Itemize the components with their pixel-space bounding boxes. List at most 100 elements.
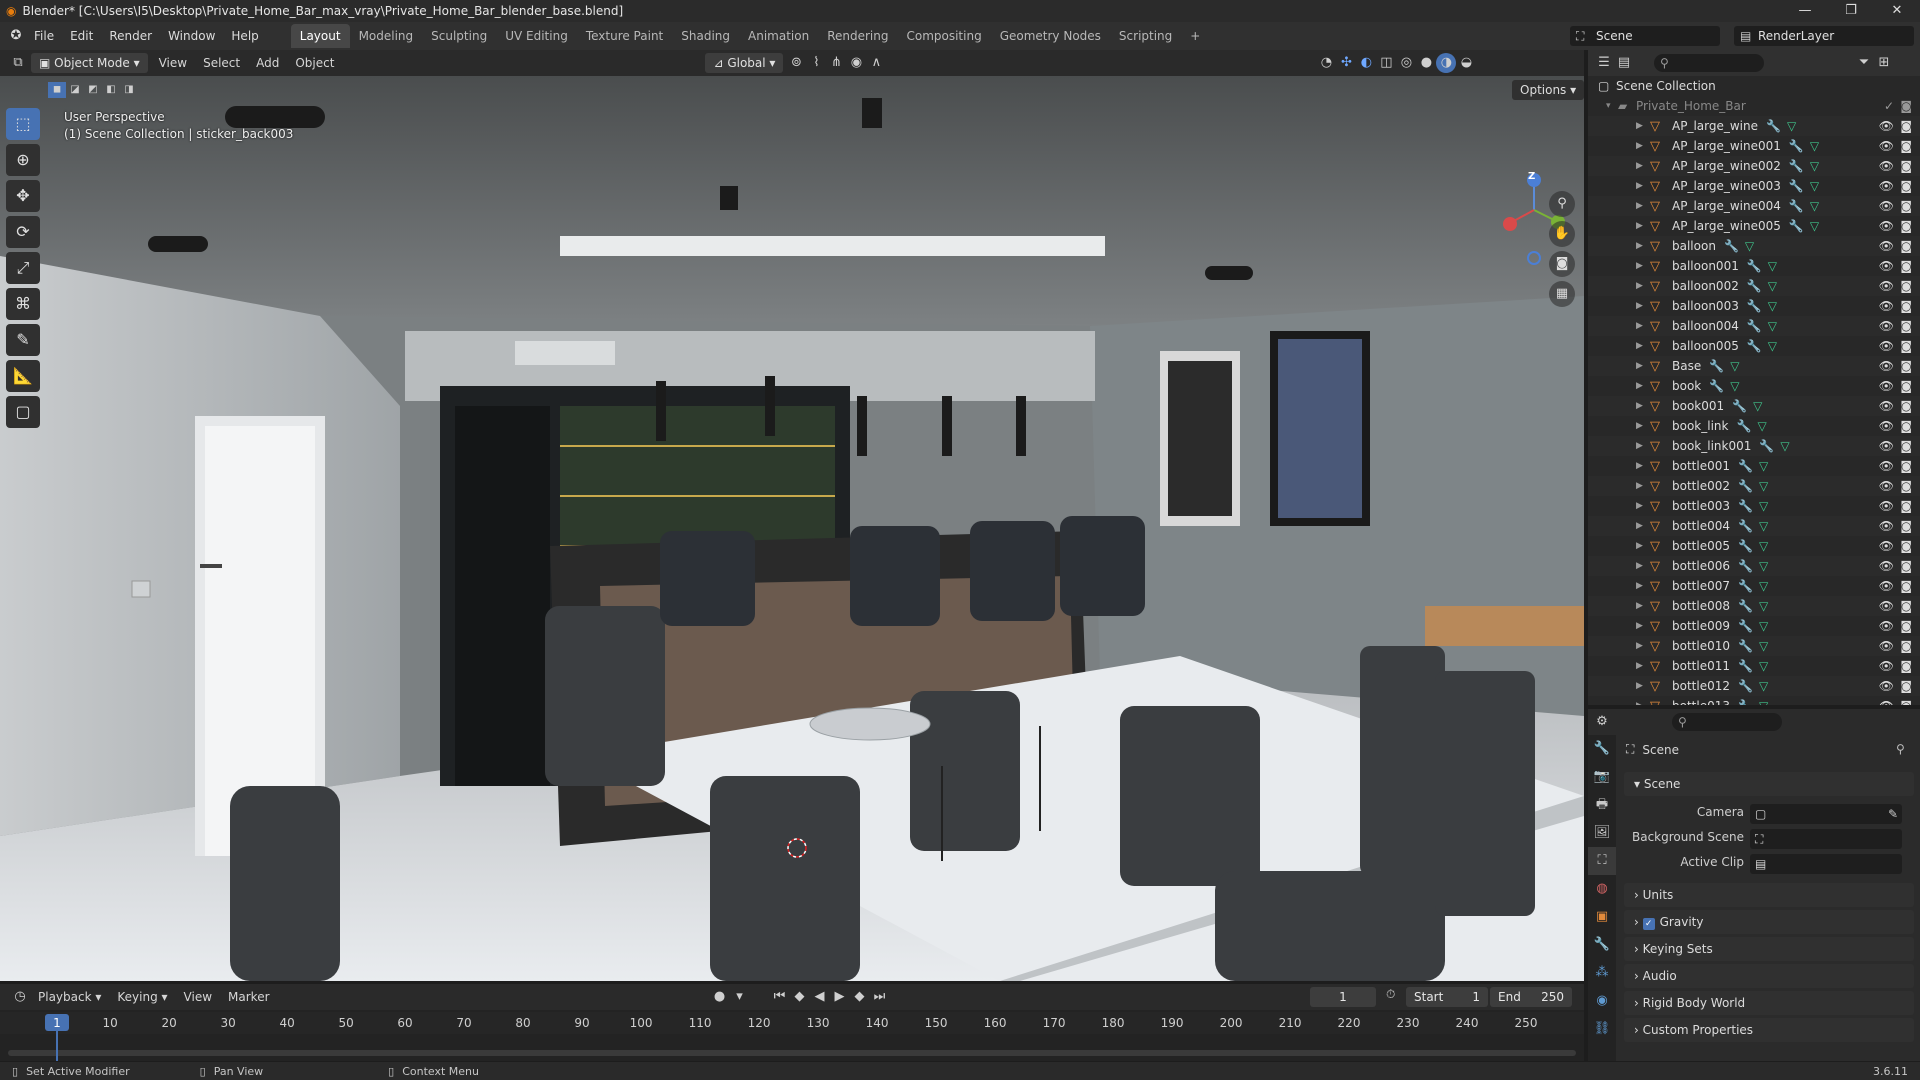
eye-icon[interactable]: 👁 (1879, 419, 1894, 433)
expand-arrow-icon[interactable]: ▶ (1636, 261, 1643, 271)
expand-arrow-icon[interactable]: ▶ (1636, 681, 1643, 691)
rendered-shading-icon[interactable]: ◒ (1456, 53, 1476, 73)
stopwatch-icon[interactable]: ⏱ (1386, 987, 1395, 1002)
outliner-row[interactable]: ▶ ▽ bottle001 🔧 ▽ 👁 ◙ (1588, 456, 1920, 476)
mesh-data-icon[interactable]: ▽ (1759, 459, 1768, 473)
eye-icon[interactable]: 👁 (1879, 659, 1894, 673)
collection-camera-icon[interactable]: ◙ (1900, 99, 1912, 113)
eye-icon[interactable]: 👁 (1879, 159, 1894, 173)
collection-row[interactable]: ▾ ▰ Private_Home_Bar ✓ ◙ (1588, 96, 1920, 116)
render-camera-icon[interactable]: ◙ (1900, 359, 1912, 373)
outliner-row[interactable]: ▶ ▽ bottle012 🔧 ▽ 👁 ◙ (1588, 676, 1920, 696)
modifier-wrench-icon[interactable]: 🔧 (1738, 599, 1753, 613)
jump-keyframe-forward-icon[interactable]: ◆ (850, 987, 870, 1007)
eye-icon[interactable]: 👁 (1879, 359, 1894, 373)
render-camera-icon[interactable]: ◙ (1900, 379, 1912, 393)
record-icon[interactable]: ● (710, 987, 730, 1007)
mesh-data-icon[interactable]: ▽ (1810, 179, 1819, 193)
render-camera-icon[interactable]: ◙ (1900, 579, 1912, 593)
modifier-wrench-icon[interactable]: 🔧 (1766, 119, 1781, 133)
mesh-data-icon[interactable]: ▽ (1759, 639, 1768, 653)
eye-icon[interactable]: 👁 (1879, 219, 1894, 233)
outliner-row[interactable]: ▶ ▽ book 🔧 ▽ 👁 ◙ (1588, 376, 1920, 396)
mesh-data-icon[interactable]: ▽ (1780, 439, 1789, 453)
falloff-icon[interactable]: ∧ (866, 53, 886, 73)
render-camera-icon[interactable]: ◙ (1900, 619, 1912, 633)
maximize-button[interactable]: ❐ (1828, 0, 1874, 22)
properties-search[interactable]: ⚲ (1672, 713, 1782, 731)
mesh-data-icon[interactable]: ▽ (1759, 599, 1768, 613)
select-extend-icon[interactable]: ◪ (66, 82, 84, 98)
menu-file[interactable]: File (26, 22, 62, 50)
mesh-data-icon[interactable]: ▽ (1759, 499, 1768, 513)
eye-icon[interactable]: 👁 (1879, 599, 1894, 613)
tab-rendering[interactable]: Rendering (818, 24, 897, 48)
mesh-data-icon[interactable]: ▽ (1768, 279, 1777, 293)
minimize-button[interactable]: — (1782, 0, 1828, 22)
outliner-row[interactable]: ▶ ▽ bottle013 🔧 ▽ 👁 ◙ (1588, 696, 1920, 706)
menu-view[interactable]: View (151, 51, 195, 75)
outliner-root[interactable]: ▢ Scene Collection (1588, 76, 1920, 96)
jump-start-icon[interactable]: ⏮ (770, 987, 790, 1007)
render-camera-icon[interactable]: ◙ (1900, 399, 1912, 413)
panel-audio[interactable]: › Audio (1624, 964, 1914, 988)
menu-marker[interactable]: Marker (220, 985, 277, 1009)
physics-tab-icon[interactable]: ◉ (1588, 987, 1616, 1015)
outliner-row[interactable]: ▶ ▽ AP_large_wine 🔧 ▽ 👁 ◙ (1588, 116, 1920, 136)
outliner-row[interactable]: ▶ ▽ balloon 🔧 ▽ 👁 ◙ (1588, 236, 1920, 256)
modifier-wrench-icon[interactable]: 🔧 (1789, 159, 1804, 173)
tab-layout[interactable]: Layout (290, 24, 350, 48)
xray-icon[interactable]: ◫ (1376, 53, 1396, 73)
render-camera-icon[interactable]: ◙ (1900, 559, 1912, 573)
mesh-data-icon[interactable]: ▽ (1759, 519, 1768, 533)
outliner-row[interactable]: ▶ ▽ book_link001 🔧 ▽ 👁 ◙ (1588, 436, 1920, 456)
render-camera-icon[interactable]: ◙ (1900, 499, 1912, 513)
outliner-row[interactable]: ▶ ▽ bottle010 🔧 ▽ 👁 ◙ (1588, 636, 1920, 656)
modifier-wrench-icon[interactable]: 🔧 (1738, 559, 1753, 573)
render-camera-icon[interactable]: ◙ (1900, 639, 1912, 653)
menu-help[interactable]: Help (223, 22, 266, 50)
menu-window[interactable]: Window (160, 22, 223, 50)
render-camera-icon[interactable]: ◙ (1900, 539, 1912, 553)
expand-arrow-icon[interactable]: ▶ (1636, 461, 1643, 471)
expand-arrow-icon[interactable]: ▶ (1636, 601, 1643, 611)
expand-arrow-icon[interactable]: ▶ (1636, 161, 1643, 171)
expand-arrow-icon[interactable]: ▶ (1636, 381, 1643, 391)
eye-icon[interactable]: 👁 (1879, 119, 1894, 133)
eye-icon[interactable]: 👁 (1879, 439, 1894, 453)
render-camera-icon[interactable]: ◙ (1900, 119, 1912, 133)
visibility-icon[interactable]: ◔ (1316, 53, 1336, 73)
mesh-data-icon[interactable]: ▽ (1745, 239, 1754, 253)
tab-animation[interactable]: Animation (739, 24, 818, 48)
zoom-icon[interactable]: ⚲ (1549, 191, 1575, 217)
editor-type-icon[interactable]: ⧉ (8, 53, 28, 73)
modifier-wrench-icon[interactable]: 🔧 (1747, 259, 1762, 273)
outliner-row[interactable]: ▶ ▽ Base 🔧 ▽ 👁 ◙ (1588, 356, 1920, 376)
mesh-data-icon[interactable]: ▽ (1768, 319, 1777, 333)
outliner-row[interactable]: ▶ ▽ bottle006 🔧 ▽ 👁 ◙ (1588, 556, 1920, 576)
menu-playback[interactable]: Playback ▾ (30, 985, 109, 1009)
expand-arrow-icon[interactable]: ▶ (1636, 421, 1643, 431)
panel-gravity[interactable]: › ✓ Gravity (1624, 910, 1914, 934)
expand-arrow-icon[interactable]: ▶ (1636, 501, 1643, 511)
modifier-wrench-icon[interactable]: 🔧 (1732, 399, 1747, 413)
expand-arrow-icon[interactable]: ▶ (1636, 521, 1643, 531)
outliner-row[interactable]: ▶ ▽ AP_large_wine002 🔧 ▽ 👁 ◙ (1588, 156, 1920, 176)
expand-arrow-icon[interactable]: ▶ (1636, 361, 1643, 371)
render-camera-icon[interactable]: ◙ (1900, 339, 1912, 353)
pin-icon[interactable]: ⚲ (1896, 742, 1905, 756)
expand-arrow-icon[interactable]: ▶ (1636, 561, 1643, 571)
modifier-wrench-icon[interactable]: 🔧 (1709, 359, 1724, 373)
outliner-row[interactable]: ▶ ▽ bottle008 🔧 ▽ 👁 ◙ (1588, 596, 1920, 616)
panel-custom-properties[interactable]: › Custom Properties (1624, 1018, 1914, 1042)
mesh-data-icon[interactable]: ▽ (1810, 219, 1819, 233)
pivot-icon[interactable]: ⊚ (786, 53, 806, 73)
menu-object[interactable]: Object (287, 51, 342, 75)
blender-menu-icon[interactable]: ✪ (6, 26, 26, 46)
gravity-checkbox[interactable]: ✓ (1642, 918, 1655, 930)
mesh-data-icon[interactable]: ▽ (1810, 159, 1819, 173)
render-camera-icon[interactable]: ◙ (1900, 139, 1912, 153)
move-tool-icon[interactable]: ✥ (6, 180, 40, 212)
active-clip-field[interactable]: ▤ (1750, 854, 1902, 874)
scale-tool-icon[interactable]: ⤢ (6, 252, 40, 284)
